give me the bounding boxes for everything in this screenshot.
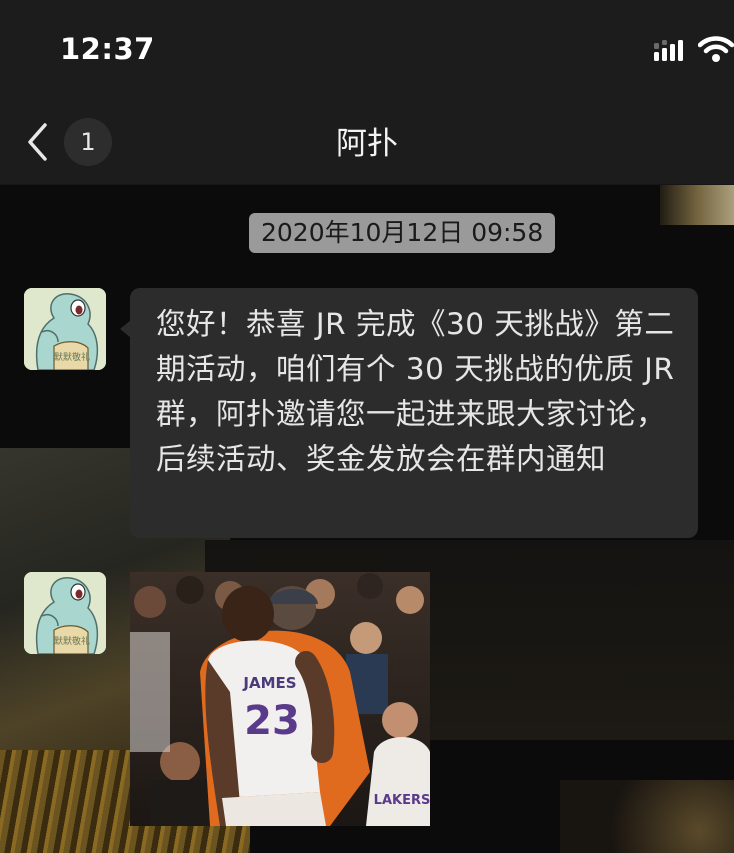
jersey-number: 23: [244, 698, 300, 744]
status-time: 12:37: [60, 32, 155, 66]
image-message[interactable]: JAMES 23 LAKERS: [130, 572, 430, 826]
contact-avatar[interactable]: 默默敬礼: [24, 288, 106, 370]
status-bar: 12:37: [0, 0, 734, 100]
message-timestamp: 2020年10月12日 09:58: [249, 213, 556, 253]
squirtle-avatar-image: 默默敬礼: [24, 288, 106, 370]
fan-shirt-text: LAKERS: [374, 793, 430, 808]
squirtle-avatar-image: 默默敬礼: [24, 572, 106, 654]
signal-icon: [654, 40, 683, 61]
avatar-caption: 默默敬礼: [54, 635, 90, 647]
chat-title: 阿扑: [336, 126, 398, 162]
avatar-caption: 默默敬礼: [54, 351, 90, 363]
message-bubble[interactable]: 您好！恭喜 JR 完成《30 天挑战》第二期活动，咱们有个 30 天挑战的优质 …: [120, 288, 698, 538]
basketball-photo: JAMES 23 LAKERS: [130, 572, 430, 826]
contact-avatar[interactable]: 默默敬礼: [24, 572, 106, 654]
chat-header: 1 阿扑: [0, 100, 734, 185]
wifi-icon: [698, 36, 734, 62]
message-text: 您好！恭喜 JR 完成《30 天挑战》第二期活动，咱们有个 30 天挑战的优质 …: [156, 307, 675, 476]
jersey-name: JAMES: [242, 674, 296, 692]
